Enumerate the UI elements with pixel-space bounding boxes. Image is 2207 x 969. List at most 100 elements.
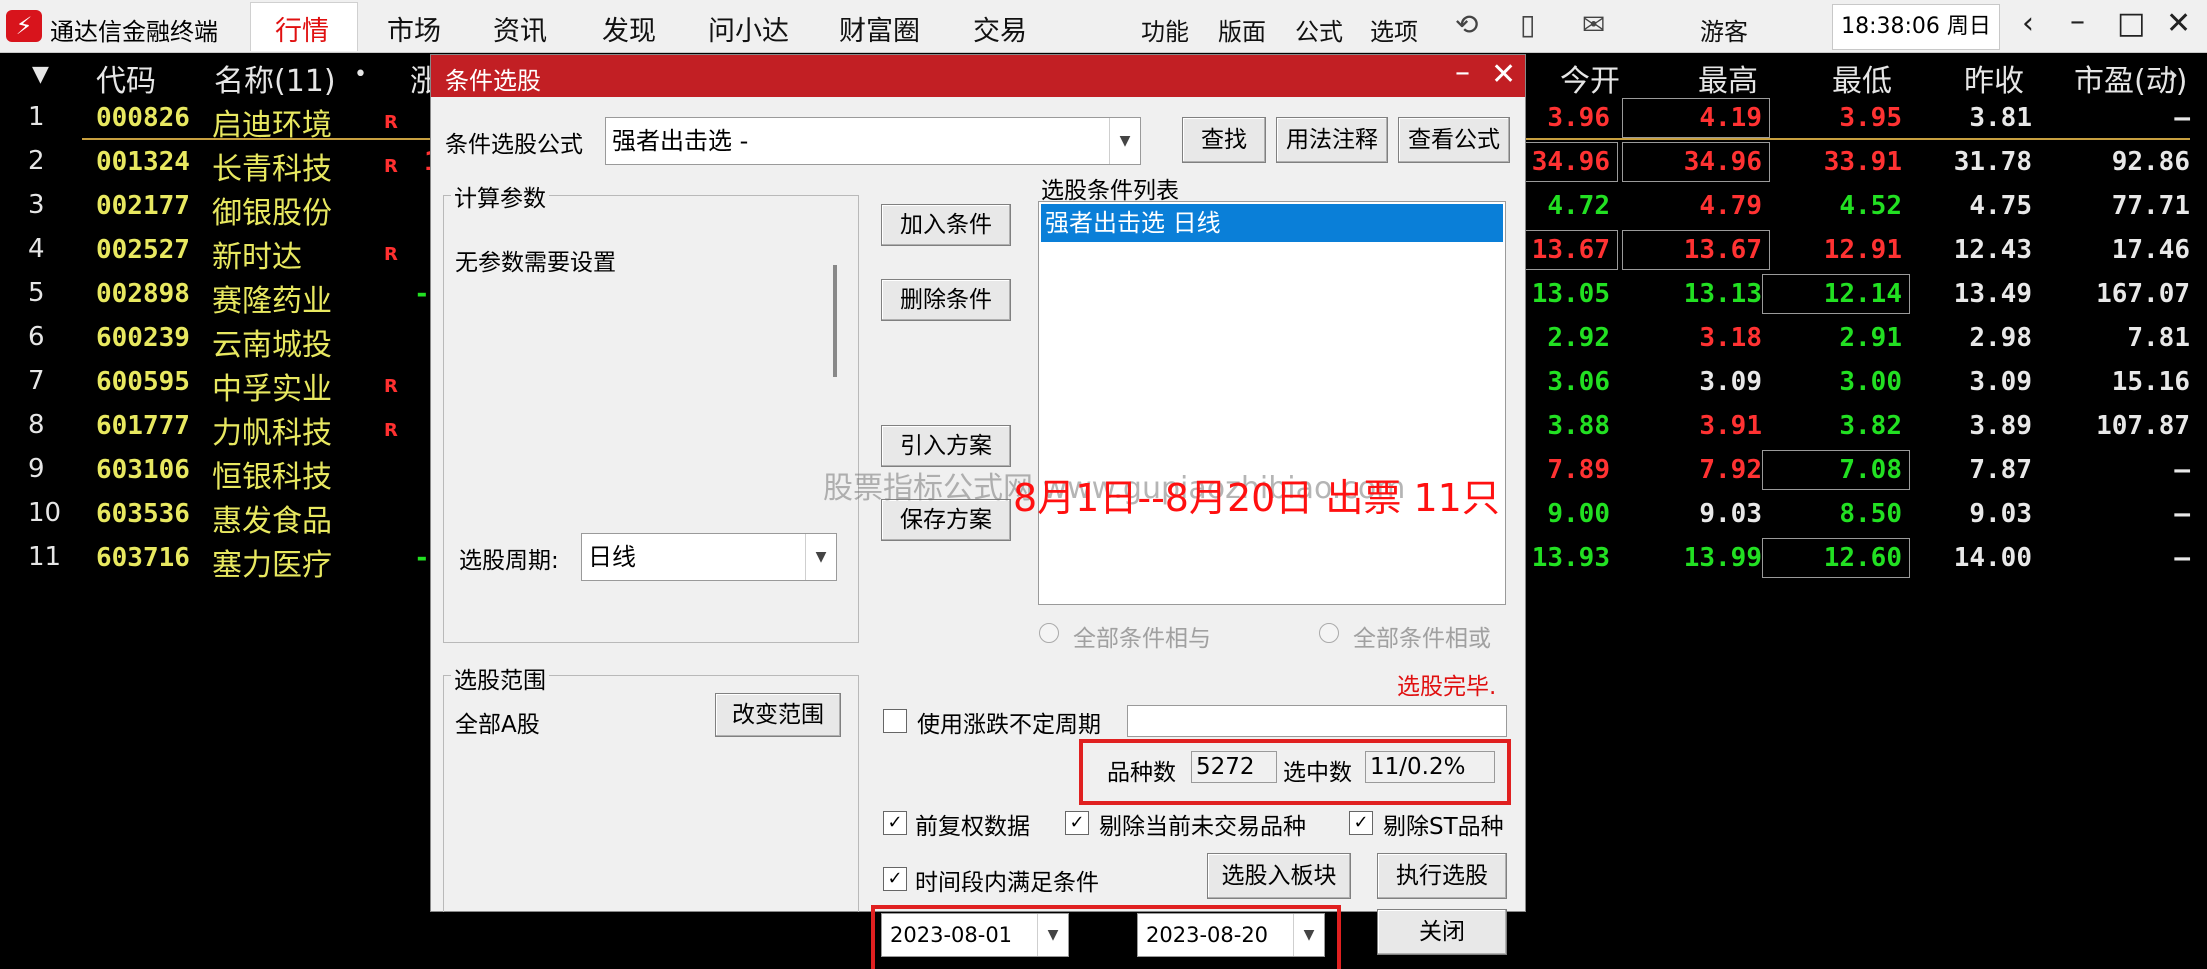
chevron-down-icon[interactable]: ▼ — [1037, 914, 1068, 956]
usage-notes-button[interactable]: 用法注释 — [1276, 117, 1388, 163]
dialog-minimize-icon[interactable]: – — [1455, 55, 1470, 90]
exclude-st-checkbox[interactable]: ✓ — [1349, 811, 1373, 835]
params-scrollbar[interactable] — [833, 265, 837, 377]
period-select-value: 日线 — [588, 543, 636, 571]
cell-low: 3.95 — [1839, 103, 1902, 133]
run-selection-button[interactable]: 执行选股 — [1377, 853, 1507, 899]
period-select[interactable]: 日线 ▼ — [581, 533, 837, 581]
minimize-icon[interactable]: – — [2070, 4, 2085, 39]
chevron-down-icon[interactable]: ▼ — [1293, 914, 1324, 956]
stock-name: 力帆科技 — [212, 416, 332, 451]
row-number: 9 — [28, 454, 45, 484]
menu-layout[interactable]: 版面 — [1218, 12, 1266, 47]
delete-condition-button[interactable]: 删除条件 — [881, 279, 1011, 321]
view-formula-button[interactable]: 查看公式 — [1398, 117, 1510, 163]
dialog-close-icon[interactable]: ✕ — [1491, 57, 1516, 92]
add-condition-button[interactable]: 加入条件 — [881, 204, 1011, 246]
menu-formula[interactable]: 公式 — [1295, 12, 1343, 47]
use-period-checkbox[interactable] — [883, 709, 907, 733]
cell-pe: – — [2174, 103, 2190, 133]
import-plan-button[interactable]: 引入方案 — [881, 425, 1011, 467]
cell-low: 3.82 — [1839, 411, 1902, 441]
app-title: 通达信金融终端 — [50, 18, 218, 46]
stock-name: 新时达 — [212, 240, 302, 275]
period-satisfy-checkbox[interactable]: ✓ — [883, 867, 907, 891]
header-code[interactable]: 代码 — [96, 56, 156, 100]
header-low[interactable]: 最低 — [1832, 56, 1892, 100]
refresh-icon[interactable]: ⟲ — [1455, 8, 1478, 41]
find-button[interactable]: 查找 — [1182, 117, 1266, 163]
header-name[interactable]: 名称(11) — [214, 56, 336, 100]
to-block-button[interactable]: 选股入板块 — [1207, 853, 1351, 899]
sort-arrow-icon[interactable]: ▼ — [32, 62, 49, 87]
maximize-icon[interactable]: □ — [2117, 6, 2145, 41]
chevron-down-icon[interactable]: ▼ — [1109, 118, 1140, 164]
exclude-untraded-checkbox[interactable]: ✓ — [1065, 811, 1089, 835]
message-icon[interactable]: ✉ — [1582, 8, 1605, 41]
tab-hangqing[interactable]: 行情 — [275, 9, 329, 48]
stock-name: 御银股份 — [212, 196, 332, 231]
params-group-title: 计算参数 — [451, 179, 549, 213]
stock-code: 603536 — [96, 499, 190, 529]
condition-list-item[interactable]: 强者出击选 日线 — [1041, 204, 1503, 242]
radio-and[interactable] — [1039, 623, 1059, 643]
cell-prevclose: 7.87 — [1969, 455, 2032, 485]
phone-icon[interactable]: ▯ — [1520, 8, 1535, 41]
cell-low: 33.91 — [1823, 147, 1902, 177]
tab-wenxiaoda[interactable]: 问小达 — [708, 9, 789, 48]
use-period-label: 使用涨跌不定周期 — [917, 712, 1101, 738]
stock-code: 001324 — [96, 147, 190, 177]
exclude-untraded-label: 剔除当前未交易品种 — [1099, 814, 1306, 840]
dialog-titlebar[interactable]: 条件选股 – ✕ — [431, 55, 1525, 97]
cell-high: 4.79 — [1699, 191, 1762, 221]
tab-faxian[interactable]: 发现 — [602, 9, 656, 48]
close-button[interactable]: 关闭 — [1377, 909, 1507, 955]
date-to-picker[interactable]: 2023-08-20 ▼ — [1137, 913, 1325, 957]
cell-high: 13.99 — [1683, 543, 1762, 573]
header-high[interactable]: 最高 — [1698, 56, 1758, 100]
date-from-picker[interactable]: 2023-08-01 ▼ — [881, 913, 1069, 957]
menu-function[interactable]: 功能 — [1141, 12, 1189, 47]
condition-stock-dialog: 条件选股 – ✕ 条件选股公式 强者出击选 - ▼ 查找 用法注释 查看公式 计… — [430, 54, 1526, 969]
cell-pe: 92.86 — [2111, 147, 2190, 177]
header-prevclose[interactable]: 昨收 — [1964, 56, 2024, 100]
cell-high: 9.03 — [1699, 499, 1762, 529]
menu-options[interactable]: 选项 — [1370, 12, 1418, 47]
cell-low: 3.00 — [1839, 367, 1902, 397]
stock-code: 002898 — [96, 279, 190, 309]
radio-or[interactable] — [1319, 623, 1339, 643]
forward-adjust-checkbox[interactable]: ✓ — [883, 811, 907, 835]
highlight-box — [1622, 142, 1770, 182]
app-logo-icon: ⚡ — [6, 10, 42, 42]
chevron-down-icon[interactable]: ▼ — [805, 534, 836, 580]
use-period-field[interactable] — [1127, 705, 1507, 737]
row-number: 8 — [28, 410, 45, 440]
stock-code: 002177 — [96, 191, 190, 221]
back-icon[interactable]: ‹ — [2022, 6, 2034, 41]
tab-caifuquan[interactable]: 财富圈 — [839, 9, 920, 48]
selected-label: 选中数 — [1283, 760, 1352, 786]
more-columns-icon[interactable]: › — [2168, 60, 2178, 90]
user-label[interactable]: 游客 — [1700, 12, 1748, 47]
cell-pe: 17.46 — [2111, 235, 2190, 265]
cell-low: 2.91 — [1839, 323, 1902, 353]
r-tag: R — [384, 420, 398, 441]
radio-and-label: 全部条件相与 — [1073, 626, 1211, 652]
tab-zixun[interactable]: 资讯 — [493, 9, 547, 48]
cell-pe: – — [2174, 499, 2190, 529]
range-group-title: 选股范围 — [451, 661, 549, 695]
header-open[interactable]: 今开 — [1560, 56, 1620, 100]
change-range-button[interactable]: 改变范围 — [715, 693, 841, 737]
formula-label: 条件选股公式 — [445, 132, 583, 158]
close-icon[interactable]: ✕ — [2166, 6, 2191, 41]
cell-low: 4.52 — [1839, 191, 1902, 221]
stock-name: 启迪环境 — [212, 108, 332, 143]
stock-code: 000826 — [96, 103, 190, 133]
condition-list[interactable]: 强者出击选 日线 — [1038, 201, 1506, 605]
row-number: 7 — [28, 366, 45, 396]
tab-jiaoyi[interactable]: 交易 — [973, 9, 1027, 48]
cell-high: 13.13 — [1683, 279, 1762, 309]
tab-shichang[interactable]: 市场 — [387, 9, 441, 48]
formula-select[interactable]: 强者出击选 - ▼ — [605, 117, 1141, 165]
stock-name: 塞力医疗 — [212, 548, 332, 583]
